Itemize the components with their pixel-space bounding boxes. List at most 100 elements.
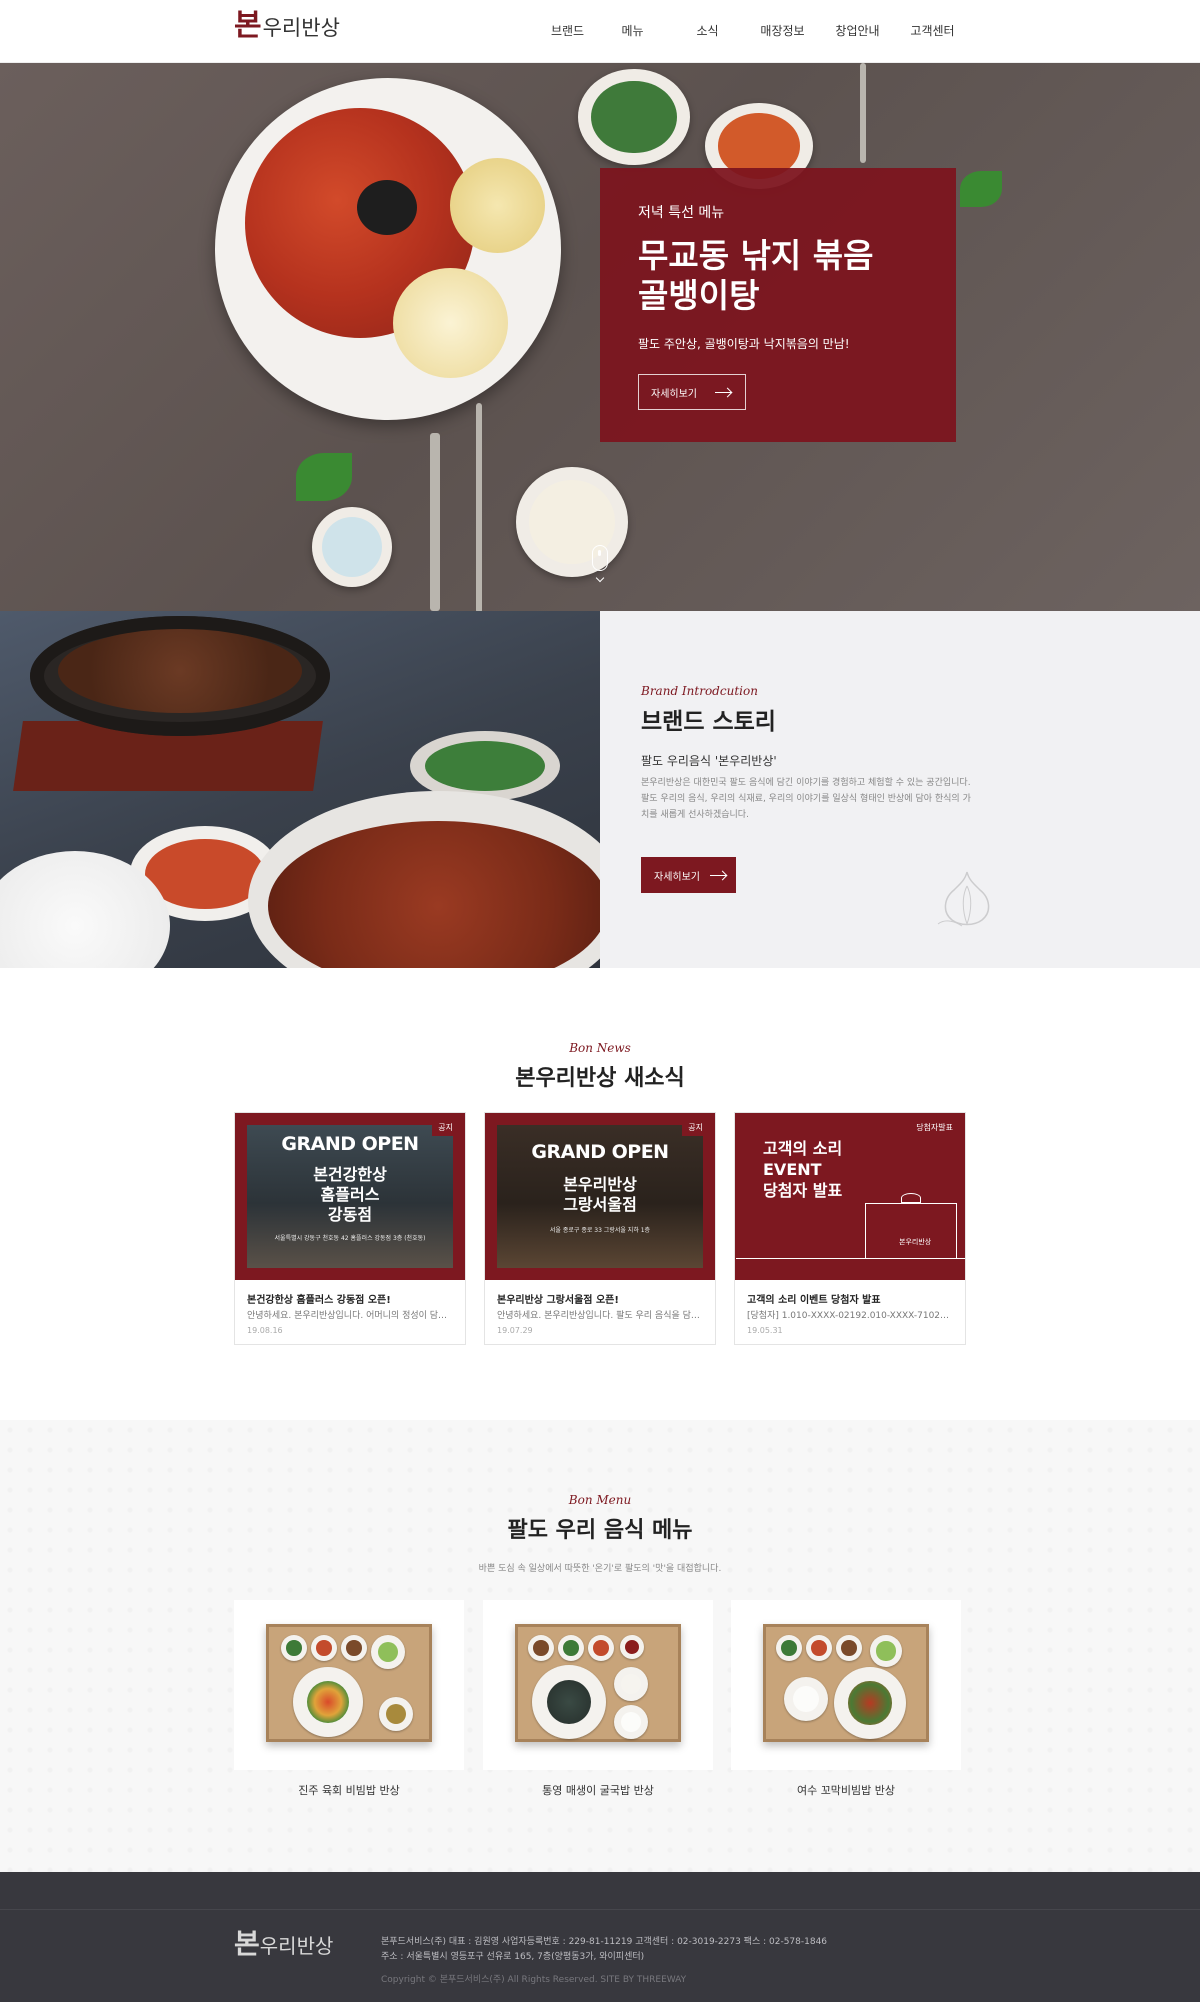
news-item-title: 본건강한상 홈플러스 강동점 오픈! [247,1295,391,1306]
menu-item-name[interactable]: 여수 꼬막비빔밥 반상 [731,1782,961,1798]
footer-logo[interactable]: 본 우리반상 [234,1927,334,1960]
garlic-icon [937,871,990,927]
menu-card[interactable] [234,1600,464,1770]
gift-bow-icon [901,1193,921,1203]
side-dish-image [516,467,628,577]
hero-title-line: 골뱅이탕 [638,275,760,315]
menu-card[interactable] [731,1600,961,1770]
chopsticks-image [860,63,866,163]
company-address: 주소 : 서울특별시 영등포구 선유로 165, 7층(양평동3가, 와이피센터… [381,1952,645,1962]
news-tag: 공지 [432,1119,459,1136]
news-tag: 당첨자발표 [910,1119,959,1136]
side-dish-image [341,1635,367,1661]
hero-more-label: 자세히보기 [651,388,697,400]
sauce-dish-image [620,1635,644,1659]
store-photo: GRAND OPEN 본우리반상 그랑서울점 서울 종로구 종로 33 그랑서울… [497,1125,703,1268]
nav-franchise[interactable]: 창업안내 [820,22,895,39]
leaf-image [296,453,352,501]
menu-item-name[interactable]: 통영 매생이 굴국밥 반상 [483,1782,713,1798]
nav-menu[interactable]: 메뉴 [595,22,670,39]
store-name: 본우리반상 그랑서울점 [497,1175,703,1215]
rice-bowl-image [784,1677,828,1721]
news-card[interactable]: GRAND OPEN 본건강한상 홈플러스 강동점 서울특별시 강동구 천호동 … [234,1112,466,1345]
water-cup-image [614,1667,648,1701]
side-dish-image [281,1635,307,1661]
hero-more-button[interactable]: 자세히보기 [638,374,746,410]
grand-open-text: GRAND OPEN [281,1133,419,1155]
site-header: 본 우리반상 브랜드 메뉴 소식 매장정보 창업안내 고객센터 [0,0,1200,63]
news-section: Bon News 본우리반상 새소식 GRAND OPEN 본건강한상 홈플러스… [0,968,1200,1420]
news-card[interactable]: GRAND OPEN 본우리반상 그랑서울점 서울 종로구 종로 33 그랑서울… [484,1112,716,1345]
store-photo: GRAND OPEN 본건강한상 홈플러스 강동점 서울특별시 강동구 천호동 … [247,1125,453,1268]
brand-more-label: 자세히보기 [654,871,700,883]
gift-logo: 본우리반상 [899,1238,932,1246]
news-thumbnail: GRAND OPEN 본건강한상 홈플러스 강동점 서울특별시 강동구 천호동 … [235,1113,465,1280]
side-dish-image [806,1635,832,1661]
store-address: 서울 종로구 종로 33 그랑서울 지하 1층 [549,1227,651,1234]
grand-open-text: GRAND OPEN [531,1141,669,1163]
menu-tray-image [515,1624,681,1742]
store-address: 서울특별시 강동구 천호동 42 홈플러스 강동점 3층 (천호동) [274,1235,426,1242]
chopsticks-image [476,403,482,611]
nav-brand[interactable]: 브랜드 [540,22,595,39]
menu-card[interactable] [483,1600,713,1770]
brand-subtitle: 팔도 우리음식 '본우리반상' [641,754,777,768]
hero-food-plate [215,78,561,420]
side-dish-image [528,1635,554,1661]
news-thumbnail: 고객의 소리 EVENT 당첨자 발표 본우리반상 당첨자발표 [735,1113,965,1280]
hero-title-line: 무교동 낚지 볶음 [638,236,874,275]
logo-text: 우리반상 [262,15,340,40]
main-nav: 브랜드 메뉴 소식 매장정보 창업안내 고객센터 [540,22,970,39]
logo-mark: 본 [234,1927,260,1960]
news-title: 본우리반상 새소식 [515,1066,685,1091]
store-name-line: 그랑서울점 [563,1195,637,1214]
noodle-image [450,158,545,253]
store-name-line: 홈플러스 [320,1185,380,1204]
news-item-date: 19.08.16 [247,1326,283,1335]
news-item-title: 본우리반상 그랑서울점 오픈! [497,1295,619,1306]
sauce-dish-image [312,507,392,587]
brand-title: 브랜드 스토리 [641,709,776,735]
event-line: EVENT [763,1159,822,1179]
menu-tray-image [266,1624,432,1742]
nav-stores[interactable]: 매장정보 [745,22,820,39]
side-dish-image [558,1635,584,1661]
store-name-line: 본우리반상 [563,1175,637,1194]
event-line: 고객의 소리 [763,1139,843,1158]
site-logo[interactable]: 본 우리반상 [234,11,340,41]
site-footer: 본 우리반상 본푸드서비스(주) 대표 : 김원영 사업자등록번호 : 229-… [0,1872,1200,2002]
arrow-right-icon [710,874,726,876]
brand-food-image [0,611,600,968]
soup-image [379,1697,413,1731]
news-item-excerpt: 안녕하세요. 본우리반상입니다. 팔도 우리 음식을 담은 반상... [497,1311,703,1321]
bibimbap-image [293,1667,363,1737]
menu-section: Bon Menu 팔도 우리 음식 메뉴 바쁜 도심 속 일상에서 따뜻한 '온… [0,1420,1200,1872]
gift-box-icon [736,1203,965,1259]
news-card[interactable]: 고객의 소리 EVENT 당첨자 발표 본우리반상 당첨자발표 고객의 소리 이… [734,1112,966,1345]
brand-description: 본우리반상은 대한민국 팔도 음식에 담긴 이야기를 경험하고 체험할 수 있는… [641,778,971,820]
section-caption: Bon Menu [568,1493,632,1507]
logo-text: 우리반상 [259,1934,334,1958]
company-info: 본푸드서비스(주) 대표 : 김원영 사업자등록번호 : 229-81-1121… [381,1937,828,1947]
seaweed-image [357,180,417,235]
side-dish-image [588,1635,614,1661]
brand-more-button[interactable]: 자세히보기 [641,857,736,893]
nav-news[interactable]: 소식 [670,22,745,39]
footer-top-bar [0,1872,1200,1910]
news-item-excerpt: 안녕하세요. 본우리반상입니다. 어머니의 정성이 담긴 건강한 한 상... [247,1311,453,1321]
menu-description: 바쁜 도심 속 일상에서 따뜻한 '온기'로 팔도의 '맛'을 대접합니다. [478,1564,722,1574]
side-dish-image [578,69,690,165]
nav-customer-center[interactable]: 고객센터 [895,22,970,39]
arrow-right-icon [715,391,731,393]
store-name-line: 본건강한상 [313,1165,387,1184]
menu-title: 팔도 우리 음식 메뉴 [507,1518,693,1543]
scroll-mouse-icon[interactable] [592,545,608,571]
rice-bowl-image [614,1705,648,1739]
copyright: Copyright © 본푸드서비스(주) All Rights Reserve… [381,1975,687,1985]
greens-image [425,741,545,791]
hero-description: 팔도 주안상, 골뱅이탕과 낙지볶음의 만남! [638,337,850,352]
hero-banner: 저녁 특선 메뉴 무교동 낚지 볶음 골뱅이탕 팔도 주안상, 골뱅이탕과 낙지… [0,63,1200,611]
menu-item-name[interactable]: 진주 육회 비빔밥 반상 [234,1782,464,1798]
cockle-bibimbap-image [834,1667,906,1739]
hero-title: 무교동 낚지 볶음 골뱅이탕 [638,236,918,315]
